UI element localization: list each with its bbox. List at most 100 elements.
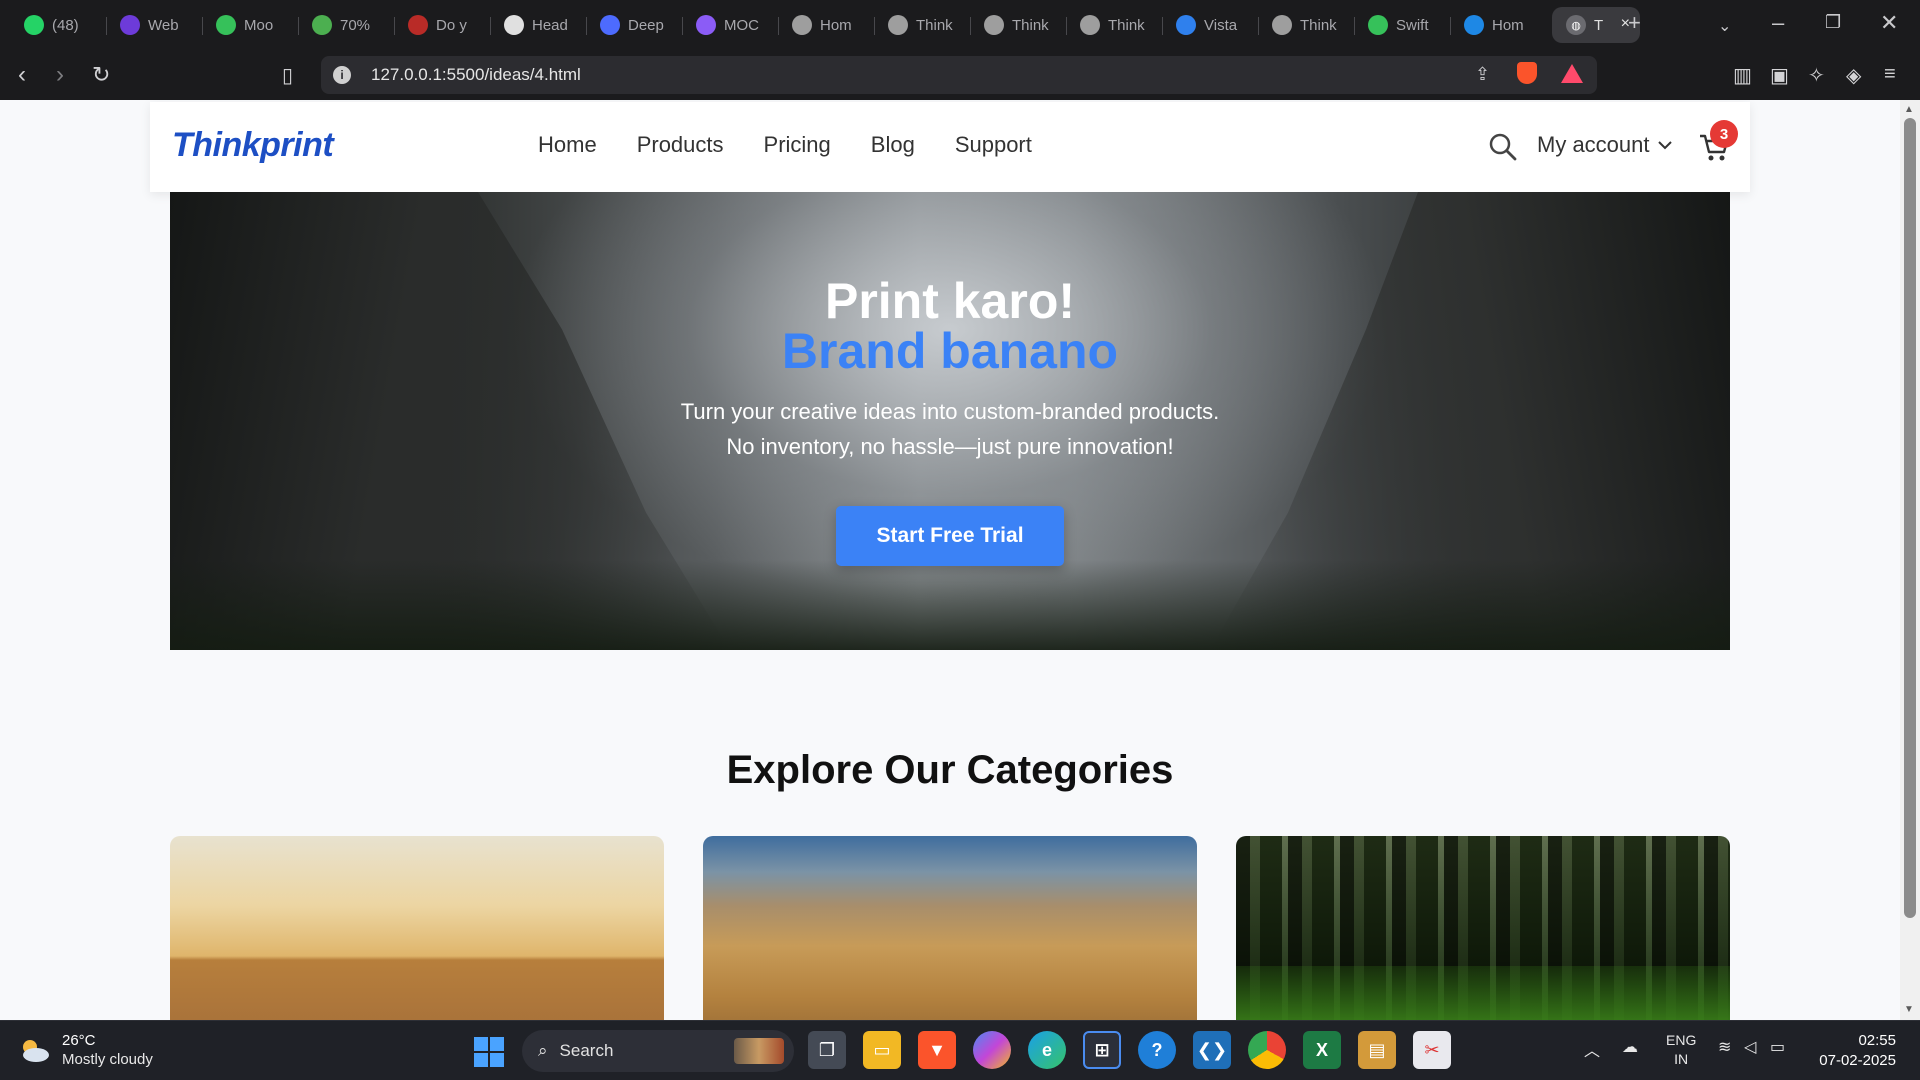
search-icon[interactable] bbox=[1488, 132, 1518, 162]
browser-tab[interactable]: Head bbox=[490, 7, 586, 43]
search-highlight-image bbox=[734, 1038, 784, 1064]
address-bar[interactable]: i 127.0.0.1:5500/ideas/4.html ⇪ bbox=[321, 56, 1597, 94]
browser-tab-label: Web bbox=[148, 16, 179, 34]
browser-tab-label: Do y bbox=[436, 16, 467, 34]
browser-tab[interactable]: Hom bbox=[1450, 7, 1546, 43]
menu-icon[interactable]: ≡ bbox=[1884, 63, 1896, 86]
scrollbar-thumb[interactable] bbox=[1904, 118, 1916, 918]
weather-temperature: 26°C bbox=[62, 1032, 96, 1049]
browser-tab[interactable]: 70% bbox=[298, 7, 394, 43]
deepseek-icon bbox=[600, 15, 620, 35]
browser-tab[interactable]: Do y bbox=[394, 7, 490, 43]
start-button[interactable] bbox=[474, 1037, 504, 1067]
openai-icon bbox=[504, 15, 524, 35]
hero-forest bbox=[170, 560, 1730, 650]
scroll-down-icon[interactable]: ▼ bbox=[1904, 1004, 1914, 1015]
sidebar-icon[interactable]: ▥ bbox=[1733, 63, 1752, 88]
vscode-icon[interactable]: ❮❯ bbox=[1193, 1031, 1231, 1069]
browser-tab[interactable]: Moo bbox=[202, 7, 298, 43]
cloudy-weather-icon bbox=[23, 1040, 49, 1062]
nav-link-blog[interactable]: Blog bbox=[871, 132, 915, 158]
onedrive-icon[interactable]: ☁ bbox=[1622, 1037, 1638, 1057]
volume-icon[interactable]: ◁ bbox=[1744, 1037, 1756, 1057]
url-text[interactable]: 127.0.0.1:5500/ideas/4.html bbox=[371, 65, 581, 85]
wallet-icon[interactable]: ▣ bbox=[1770, 63, 1789, 88]
browser-tab-label: Vista bbox=[1204, 16, 1238, 34]
snipping-tool-icon[interactable]: ✂ bbox=[1413, 1031, 1451, 1069]
language-indicator[interactable]: ENG IN bbox=[1666, 1031, 1696, 1069]
browser-tab[interactable]: Vista bbox=[1162, 7, 1258, 43]
globe-icon bbox=[1272, 15, 1292, 35]
browser-tab-label: Think bbox=[1108, 16, 1145, 34]
back-icon[interactable]: ‹ bbox=[18, 62, 26, 88]
region-label: IN bbox=[1674, 1051, 1689, 1067]
browser-tab[interactable]: Hom bbox=[778, 7, 874, 43]
file-explorer-icon[interactable]: ▭ bbox=[863, 1031, 901, 1069]
share-icon[interactable]: ⇪ bbox=[1475, 64, 1490, 85]
browser-tab-label: Hom bbox=[820, 16, 852, 34]
tab-search-icon[interactable]: ⌄ bbox=[1718, 16, 1731, 36]
task-view-icon[interactable]: ❐ bbox=[808, 1031, 846, 1069]
close-window-icon[interactable]: ✕ bbox=[1880, 10, 1898, 36]
page-scrollbar[interactable]: ▲ ▼ bbox=[1900, 100, 1920, 1020]
start-free-trial-button[interactable]: Start Free Trial bbox=[836, 506, 1064, 566]
cart-count-badge: 3 bbox=[1710, 120, 1738, 148]
clock-time: 02:55 bbox=[1858, 1032, 1896, 1049]
nav-link-products[interactable]: Products bbox=[637, 132, 724, 158]
wifi-icon[interactable]: ≋ bbox=[1718, 1037, 1731, 1057]
browser-tab[interactable]: Web bbox=[106, 7, 202, 43]
leo-ai-icon[interactable]: ✧ bbox=[1808, 63, 1825, 88]
browser-tab[interactable]: Think bbox=[970, 7, 1066, 43]
page-viewport: Thinkprint Home Products Pricing Blog Suppor… bbox=[0, 100, 1900, 1020]
reload-icon[interactable]: ↻ bbox=[92, 62, 110, 88]
excel-icon[interactable]: X bbox=[1303, 1031, 1341, 1069]
forward-icon[interactable]: › bbox=[56, 62, 64, 88]
weather-widget[interactable]: 26°C Mostly cloudy bbox=[18, 1031, 153, 1069]
category-card-forest[interactable] bbox=[1236, 836, 1730, 1020]
vpn-icon[interactable]: ◈ bbox=[1846, 63, 1861, 88]
my-account-menu[interactable]: My account bbox=[1537, 132, 1672, 158]
browser-tab-label: Think bbox=[1012, 16, 1049, 34]
site-logo[interactable]: Thinkprint bbox=[172, 126, 334, 165]
scroll-up-icon[interactable]: ▲ bbox=[1904, 104, 1914, 115]
webflow-icon bbox=[120, 15, 140, 35]
browser-tab-label: Moo bbox=[244, 16, 274, 34]
minimize-icon[interactable]: – bbox=[1772, 10, 1784, 36]
site-info-icon[interactable]: i bbox=[333, 66, 351, 84]
brave-shields-icon[interactable] bbox=[1517, 62, 1537, 84]
new-tab-button[interactable]: + bbox=[1628, 10, 1641, 36]
browser-tab[interactable]: (48) bbox=[10, 7, 106, 43]
taskbar-search[interactable]: ⌕ Search bbox=[522, 1030, 794, 1072]
nav-link-support[interactable]: Support bbox=[955, 132, 1032, 158]
battery-icon[interactable]: ▭ bbox=[1770, 1037, 1785, 1057]
category-card-beach[interactable] bbox=[703, 836, 1197, 1020]
browser-tab[interactable]: Think bbox=[1258, 7, 1354, 43]
bookmark-icon[interactable]: ▯ bbox=[282, 63, 293, 89]
tab-active[interactable]: ◍ T × bbox=[1552, 7, 1640, 43]
browser-tab[interactable]: Think bbox=[874, 7, 970, 43]
nav-link-pricing[interactable]: Pricing bbox=[764, 132, 831, 158]
chrome-icon[interactable] bbox=[1248, 1031, 1286, 1069]
browser-tab[interactable]: Swift bbox=[1354, 7, 1450, 43]
maximize-icon[interactable]: ❐ bbox=[1825, 12, 1841, 33]
sticky-notes-icon[interactable]: ▤ bbox=[1358, 1031, 1396, 1069]
tray-overflow-icon[interactable]: ︿ bbox=[1584, 1037, 1600, 1061]
tab-list: (48) Web Moo 70% Do y Head Deep MOC Hom Think Thin… bbox=[10, 7, 1546, 43]
browser-tab[interactable]: Deep bbox=[586, 7, 682, 43]
search-icon: ⌕ bbox=[538, 1041, 548, 1060]
category-card-desert[interactable] bbox=[170, 836, 664, 1020]
my-account-label: My account bbox=[1537, 132, 1650, 157]
language-label: ENG bbox=[1666, 1032, 1697, 1048]
edge-icon[interactable]: e bbox=[1028, 1031, 1066, 1069]
browser-tab[interactable]: Think bbox=[1066, 7, 1162, 43]
brave-rewards-icon[interactable] bbox=[1561, 64, 1583, 83]
browser-tab[interactable]: MOC bbox=[682, 7, 778, 43]
brave-browser-icon[interactable]: ▼ bbox=[918, 1031, 956, 1069]
taskbar-clock[interactable]: 02:55 07-02-2025 bbox=[1808, 1031, 1896, 1071]
help-icon[interactable]: ? bbox=[1138, 1031, 1176, 1069]
browser-tab-label: Swift bbox=[1396, 16, 1429, 34]
nav-link-home[interactable]: Home bbox=[538, 132, 597, 158]
browser-tab-label: MOC bbox=[724, 16, 759, 34]
copilot-icon[interactable] bbox=[973, 1031, 1011, 1069]
microsoft-store-icon[interactable]: ⊞ bbox=[1083, 1031, 1121, 1069]
